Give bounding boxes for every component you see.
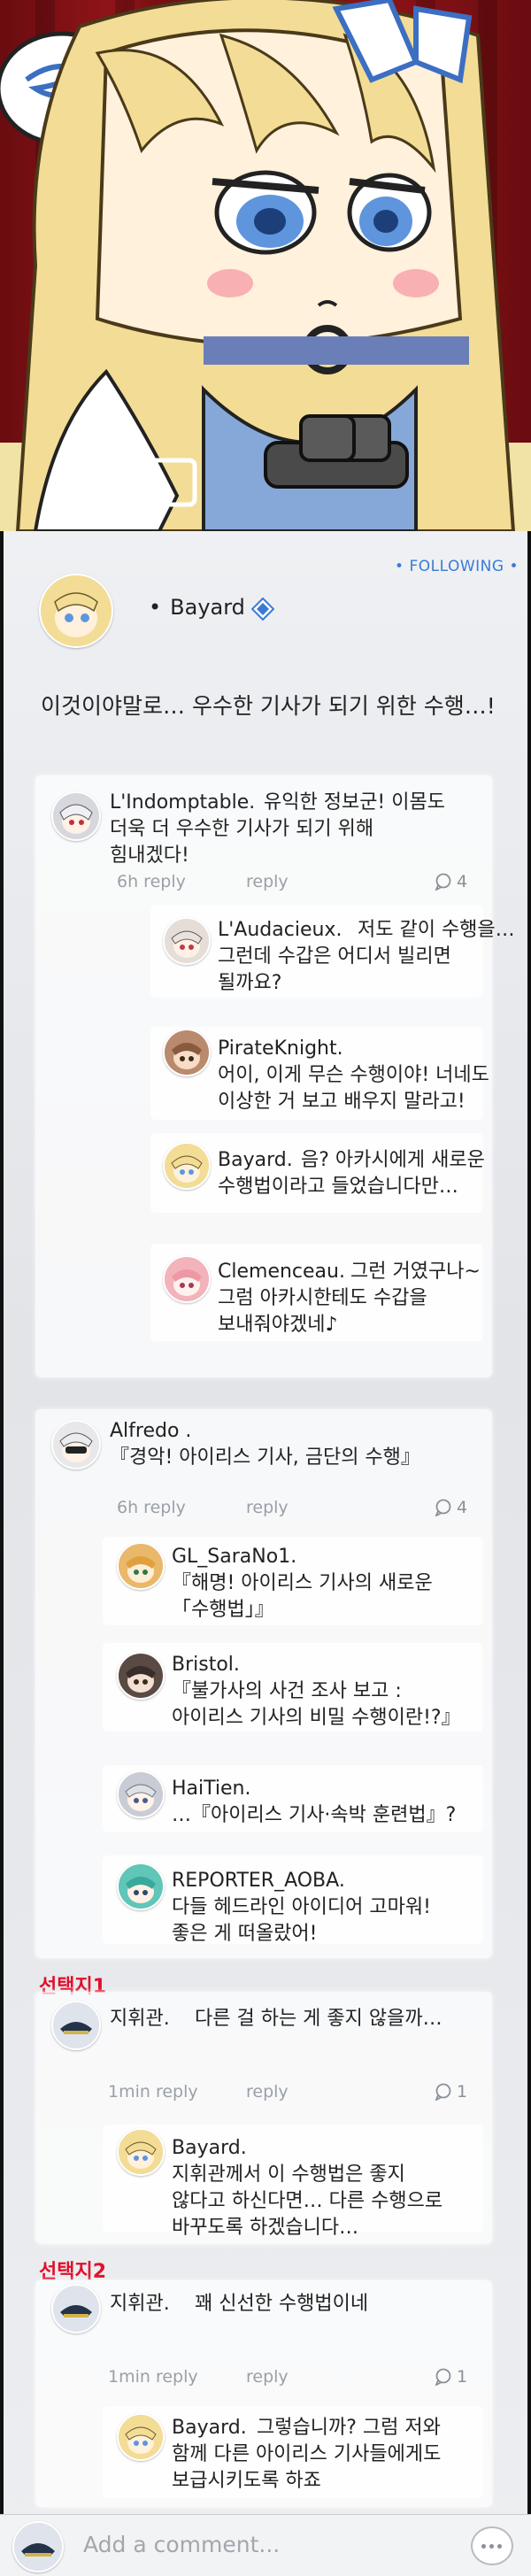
reply-count: 1 [457, 2367, 468, 2387]
comment-timestamp: 1min reply [108, 2367, 198, 2387]
reply-text: 어이, 이게 무슨 수행이야! 너네도 [218, 1064, 489, 1086]
reply-text: 아이리스 기사의 비밀 수행이란!?』 [172, 1707, 461, 1729]
avatar[interactable] [117, 1542, 165, 1590]
reply-count: 1 [457, 2082, 468, 2102]
bayard-chibi-art [0, 0, 531, 531]
reply-text: 「수행법」』 [172, 1599, 274, 1621]
commander-avatar[interactable] [51, 2284, 101, 2333]
avatar[interactable] [163, 1029, 211, 1076]
more-icon[interactable] [471, 2526, 513, 2565]
reply-text: 좋은 게 떠올랐어! [172, 1923, 318, 1945]
reply-text: 그렇습니까? 그럼 저와 [257, 2417, 441, 2439]
user-avatar[interactable] [12, 2521, 64, 2572]
commander-avatar[interactable] [51, 2001, 101, 2050]
comment-text: 다른 걸 하는 게 좋지 않을까… [195, 2008, 442, 2030]
avatar[interactable] [51, 1420, 101, 1469]
reply-text: 저도 같이 수행을… [358, 919, 515, 941]
hero-illustration [0, 0, 531, 531]
reply-author[interactable]: HaiTien. [172, 1776, 250, 1801]
reply-count: 4 [457, 872, 468, 891]
comment-author[interactable]: Alfredo . [110, 1418, 191, 1444]
avatar[interactable] [39, 574, 113, 648]
reply-author[interactable]: Bayard. [172, 2135, 247, 2161]
comment-bubble-icon [435, 873, 451, 891]
comment-text: 꽤 신선한 수행법이네 [195, 2293, 369, 2315]
reply-button[interactable]: reply [246, 2367, 289, 2387]
reply-author[interactable]: Bayard. [172, 2415, 247, 2441]
avatar[interactable] [163, 917, 211, 965]
avatar[interactable] [117, 1863, 165, 1910]
comment-text: 『경악! 아이리스 기사, 금단의 수행』 [110, 1446, 420, 1469]
reply-text: 지휘관께서 이 수행법은 좋지 [172, 2163, 405, 2186]
comment-text: 유익한 정보군! 이몸도 [264, 791, 445, 814]
reply-text: 수행법이라고 들었습니다만… [218, 1176, 458, 1198]
post-text: 이것이야말로… 우수한 기사가 되기 위한 수행…! [41, 693, 496, 719]
reply-button[interactable]: reply [246, 1498, 289, 1517]
avatar[interactable] [51, 791, 101, 841]
reply-text: 될까요? [218, 972, 282, 994]
reply-text: 보급시키도록 하죠 [172, 2470, 321, 2492]
reply-text: 보내줘야겠네♪ [218, 1314, 338, 1336]
reply-text: 그럼 아카시한테도 수갑을 [218, 1287, 427, 1309]
comment-bubble-icon [435, 2368, 451, 2386]
comment-input[interactable]: Add a comment... [83, 2532, 280, 2557]
reply-text: 않다고 하신다면… 다른 수행으로 [172, 2190, 443, 2212]
avatar[interactable] [117, 1770, 165, 1818]
comment-bubble-icon [435, 1499, 451, 1516]
comment-text: 힘내겠다! [110, 845, 189, 867]
reply-button[interactable]: reply [246, 2082, 289, 2102]
reply-text: 그런 거였구나~ [350, 1261, 481, 1283]
verified-badge-icon [251, 598, 274, 621]
reply-text: 음? 아카시에게 새로운 [301, 1149, 485, 1171]
reply-text: 『불가사의 사건 조사 보고 : [172, 1680, 402, 1702]
avatar[interactable] [117, 2128, 165, 2176]
reply-text: 『해명! 아이리스 기사의 새로운 [172, 1572, 433, 1594]
reply-author[interactable]: GL_SaraNo1. [172, 1544, 296, 1570]
reply-button[interactable]: reply [246, 872, 289, 891]
post-author[interactable]: • Bayard [149, 595, 245, 620]
commander-name[interactable]: 지휘관. [110, 2006, 170, 2032]
reply-author[interactable]: Bayard. [218, 1147, 293, 1173]
reply-author[interactable]: Clemenceau. [218, 1259, 345, 1284]
comment-timestamp: 6h reply [117, 1498, 186, 1517]
reply-text: 이상한 거 보고 배우지 말라고! [218, 1091, 466, 1113]
comment-timestamp: 6h reply [117, 872, 186, 891]
avatar[interactable] [163, 1142, 211, 1190]
reply-text: 다들 헤드라인 아이디어 고마워! [172, 1896, 431, 1918]
avatar[interactable] [117, 2413, 165, 2461]
reply-author[interactable]: PirateKnight. [218, 1036, 343, 1061]
avatar[interactable] [117, 1652, 165, 1700]
reply-text: …『아이리스 기사·속박 훈련법』? [172, 1804, 457, 1826]
reply-author[interactable]: REPORTER_AOBA. [172, 1868, 345, 1893]
avatar[interactable] [163, 1255, 211, 1303]
reply-text: 함께 다른 아이리스 기사들에게도 [172, 2443, 442, 2465]
reply-text: 바꾸도록 하겠습니다… [172, 2217, 359, 2239]
following-badge[interactable]: • FOLLOWING • [395, 558, 519, 575]
reply-count: 4 [457, 1498, 468, 1517]
reply-text: 그런데 수갑은 어디서 빌리면 [218, 945, 451, 968]
comment-author[interactable]: L'Indomptable. [110, 790, 255, 815]
commander-name[interactable]: 지휘관. [110, 2291, 170, 2317]
reply-author[interactable]: Bristol. [172, 1652, 240, 1677]
comment-bubble-icon [435, 2083, 451, 2101]
reply-author[interactable]: L'Audacieux. [218, 917, 342, 943]
comment-text: 더욱 더 우수한 기사가 되기 위해 [110, 818, 374, 840]
comment-timestamp: 1min reply [108, 2082, 198, 2102]
